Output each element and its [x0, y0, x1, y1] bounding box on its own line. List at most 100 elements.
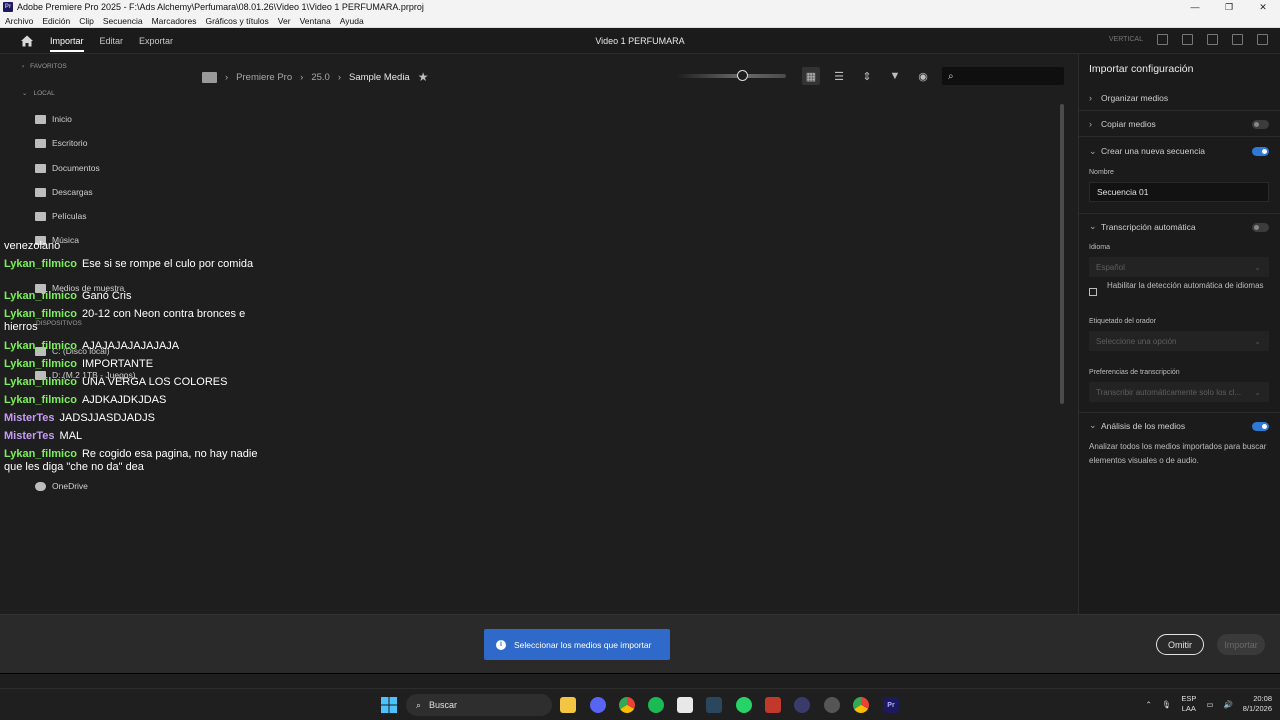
transcription-toggle[interactable] [1252, 223, 1269, 232]
maximize-button[interactable]: ❐ [1212, 0, 1246, 14]
voicemeeter-icon[interactable] [765, 697, 781, 713]
menu-ventana[interactable]: Ventana [300, 16, 331, 26]
chat-text: MAL [59, 430, 83, 442]
tab-importar[interactable]: Importar [50, 30, 84, 52]
sidebar-item-onedrive[interactable]: OneDrive [35, 481, 88, 491]
whatsapp-icon[interactable] [736, 697, 752, 713]
chat-text: AJDKAJDKJDAS [81, 394, 167, 406]
slack-icon[interactable] [677, 697, 693, 713]
settings-title: Importar configuración [1089, 63, 1194, 75]
menu-secuencia[interactable]: Secuencia [103, 16, 143, 26]
local-section[interactable]: ⌄ LOCAL [22, 89, 55, 98]
folder-icon[interactable] [202, 71, 217, 83]
menu-clip[interactable]: Clip [79, 16, 94, 26]
network-icon[interactable]: ▭ [1206, 700, 1213, 709]
breadcrumb-current[interactable]: Sample Media [349, 72, 410, 83]
minimize-button[interactable]: — [1178, 0, 1212, 14]
sidebar-item-documentos[interactable]: Documentos [35, 163, 100, 173]
steam-icon[interactable] [706, 697, 722, 713]
transcription-label: Transcripción automática [1101, 221, 1196, 232]
chevron-up-icon[interactable]: ⌃ [1146, 700, 1152, 709]
transcription-row[interactable]: ⌄ Transcripción automática [1079, 213, 1280, 239]
share-icon[interactable] [1182, 34, 1193, 45]
menu-edicion[interactable]: Edición [42, 16, 70, 26]
app-icon[interactable] [794, 697, 810, 713]
panel-layout-icon[interactable] [1157, 34, 1168, 45]
file-explorer-icon[interactable] [560, 697, 576, 713]
language-select[interactable]: Español ⌄ [1089, 257, 1269, 277]
analysis-label: Análisis de los medios [1101, 420, 1186, 431]
chat-username: Lykan_filmico [4, 308, 77, 320]
breadcrumb-item[interactable]: 25.0 [311, 72, 330, 83]
list-view-icon[interactable]: ☰ [830, 67, 848, 85]
premiere-pro-icon[interactable]: Pr [883, 697, 899, 713]
organize-media-row[interactable]: › Organizar medios [1079, 85, 1280, 111]
sidebar-item-escritorio[interactable]: Escritorio [35, 138, 87, 148]
star-icon[interactable]: ★ [418, 70, 429, 84]
info-toast: i Seleccionar los medios que importar [484, 629, 670, 660]
close-button[interactable]: ✕ [1246, 0, 1280, 14]
chat-message: MisterTes JADSJJASDJADJS [4, 412, 266, 425]
desktop-icon [35, 138, 46, 148]
sidebar-item-inicio[interactable]: Inicio [35, 114, 72, 124]
chrome-icon[interactable] [619, 697, 635, 713]
chat-username: MisterTes [4, 430, 55, 442]
auto-detect-checkbox[interactable] [1089, 288, 1097, 296]
clock[interactable]: 20:08 8/1/2026 [1243, 694, 1272, 714]
tab-exportar[interactable]: Exportar [139, 30, 173, 52]
sidebar-item-label: Inicio [52, 114, 72, 124]
chat-message: Lykan_filmico 20-12 con Neon contra bronc… [4, 308, 266, 334]
volume-icon[interactable]: 🔊 [1223, 700, 1232, 709]
title-bar: Pr Adobe Premiere Pro 2025 - F:\Ads Alch… [0, 0, 1280, 14]
sort-icon[interactable]: ⇕ [858, 67, 876, 85]
chrome-profile-icon[interactable] [853, 697, 869, 713]
tab-editar[interactable]: Editar [100, 30, 124, 52]
language-indicator[interactable]: ESP LAA [1181, 694, 1196, 714]
omit-button[interactable]: Omitir [1156, 634, 1204, 655]
new-sequence-row[interactable]: ⌄ Crear una nueva secuencia [1079, 138, 1280, 164]
import-settings-panel: Importar configuración › Organizar medios… [1078, 54, 1280, 614]
copy-media-toggle[interactable] [1252, 120, 1269, 129]
copy-media-row[interactable]: › Copiar medios [1079, 111, 1280, 137]
windows-start-icon[interactable] [381, 697, 397, 713]
fullscreen-icon[interactable] [1257, 34, 1268, 45]
eye-icon[interactable]: ◉ [914, 67, 932, 85]
clock-time: 20:08 [1253, 694, 1272, 703]
sequence-name-field[interactable]: Secuencia 01 [1089, 182, 1269, 202]
spotify-icon[interactable] [648, 697, 664, 713]
search-input[interactable]: ⌕ [942, 67, 1064, 85]
import-button[interactable]: Importar [1217, 634, 1265, 655]
workspace-menu-icon[interactable] [1207, 34, 1218, 45]
menu-ver[interactable]: Ver [278, 16, 291, 26]
speaker-value: Seleccione una opción [1096, 336, 1177, 346]
sidebar-item-label: Películas [52, 211, 87, 221]
vertical-label[interactable]: VERTICAL [1109, 36, 1143, 43]
transcription-prefs-select[interactable]: Transcribir automáticamente solo los cl.… [1089, 382, 1269, 402]
menu-marcadores[interactable]: Marcadores [152, 16, 197, 26]
taskbar-search[interactable]: ⌕ Buscar [406, 694, 552, 716]
scrollbar[interactable] [1060, 104, 1064, 404]
sidebar-item-peliculas[interactable]: Películas [35, 211, 87, 221]
taskbar: ⌕ Buscar Pr ⌃ 🎙 ESP LAA ▭ 🔊 20:08 8/1/2026 [0, 688, 1280, 720]
video-icon [35, 211, 46, 221]
grid-view-icon[interactable]: ▦ [802, 67, 820, 85]
microphone-icon[interactable]: 🎙 [1162, 700, 1172, 709]
filter-icon[interactable]: ▼ [886, 67, 904, 85]
sidebar-item-descargas[interactable]: Descargas [35, 187, 93, 197]
discord-icon[interactable] [590, 697, 606, 713]
home-icon[interactable] [20, 34, 34, 48]
speaker-select[interactable]: Seleccione una opción ⌄ [1089, 331, 1269, 351]
thumbnail-size-slider[interactable] [676, 70, 786, 81]
new-sequence-toggle[interactable] [1252, 147, 1269, 156]
menu-graficos[interactable]: Gráficos y títulos [205, 16, 268, 26]
menu-archivo[interactable]: Archivo [5, 16, 33, 26]
analysis-toggle[interactable] [1252, 422, 1269, 431]
notifications-icon[interactable] [1232, 34, 1243, 45]
obs-icon[interactable] [824, 697, 840, 713]
slider-knob[interactable] [737, 70, 748, 81]
chat-message: Lykan_filmico AJAJAJAJAJAJAJA [4, 340, 266, 353]
favorites-section[interactable]: › FAVORITOS [22, 63, 67, 70]
analysis-row[interactable]: ⌄ Análisis de los medios [1079, 412, 1280, 438]
menu-ayuda[interactable]: Ayuda [340, 16, 364, 26]
breadcrumb-item[interactable]: Premiere Pro [236, 72, 292, 83]
